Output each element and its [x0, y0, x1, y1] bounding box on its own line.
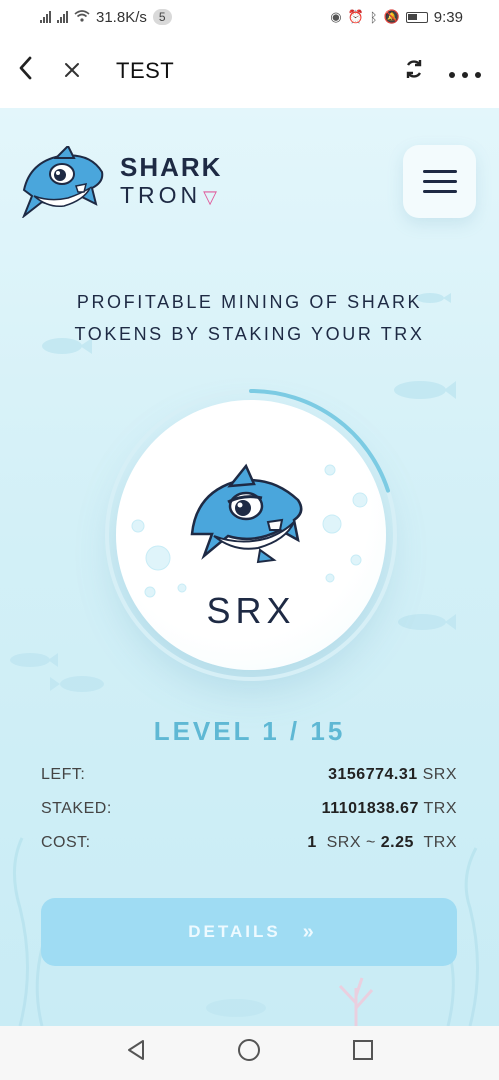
- stat-row-cost: COST: 1 SRX ~ 2.25 TRX: [41, 834, 457, 852]
- network-speed: 31.8K/s: [96, 8, 147, 26]
- nav-back-icon[interactable]: [126, 1039, 146, 1067]
- stat-label: STAKED:: [41, 800, 112, 817]
- back-icon[interactable]: [18, 56, 42, 86]
- close-icon[interactable]: [64, 59, 80, 83]
- system-nav-bar: [0, 1026, 499, 1080]
- details-button[interactable]: DETAILS »: [41, 898, 457, 966]
- status-right: ◉ ⏰ ᛒ 🔕 9:39: [330, 9, 463, 26]
- double-chevron-right-icon: »: [302, 920, 314, 943]
- app-bar: TEST: [0, 34, 499, 108]
- stat-value: 3156774.31 SRX: [328, 766, 457, 784]
- status-left: 31.8K/s 5: [40, 9, 172, 26]
- status-bar: 31.8K/s 5 ◉ ⏰ ᛒ 🔕 9:39: [0, 0, 499, 34]
- logo-wordmark: SHARK TRON ▽: [120, 153, 222, 211]
- cost-price: 2.25: [380, 834, 414, 851]
- shark-tron-logo[interactable]: SHARK TRON ▽: [20, 146, 222, 218]
- details-button-label: DETAILS: [188, 922, 281, 941]
- stat-unit: TRX: [423, 800, 457, 817]
- logo-word-shark: SHARK: [120, 152, 223, 182]
- headline: PROFITABLE MINING OF SHARK TOKENS BY STA…: [0, 286, 499, 350]
- stat-amount: 11101838.67: [321, 800, 419, 817]
- stat-row-staked: STAKED: 11101838.67 TRX: [41, 800, 457, 818]
- coin-name: SRX: [206, 590, 296, 631]
- stat-row-left: LEFT: 3156774.31 SRX: [41, 766, 457, 784]
- hamburger-menu-button[interactable]: [403, 145, 476, 218]
- stat-value: 1 SRX ~ 2.25 TRX: [307, 834, 457, 852]
- battery-icon: [405, 11, 428, 23]
- refresh-icon[interactable]: [403, 58, 425, 85]
- logo-word-tron: TRON: [120, 182, 202, 208]
- cost-unit-2: TRX: [423, 834, 457, 851]
- menu-line-icon: [422, 180, 457, 183]
- stat-unit: SRX: [422, 766, 457, 783]
- signal-icon-sim2: [57, 11, 68, 23]
- tron-triangle-icon: ▽: [203, 187, 222, 207]
- stat-label: LEFT:: [41, 766, 86, 783]
- cost-qty: 1: [307, 834, 317, 851]
- headline-line-2: TOKENS BY STAKING YOUR TRX: [74, 324, 425, 344]
- eye-icon: ◉: [330, 9, 342, 24]
- cost-unit-1: SRX ~: [326, 834, 376, 851]
- logo-word-tron-row: TRON ▽: [120, 181, 222, 211]
- stat-label: COST:: [41, 834, 91, 851]
- headline-line-1: PROFITABLE MINING OF SHARK: [76, 292, 423, 312]
- mute-icon: 🔕: [383, 9, 400, 24]
- more-options-icon[interactable]: [449, 60, 481, 82]
- clock: 9:39: [433, 8, 463, 26]
- nav-home-icon[interactable]: [237, 1038, 261, 1068]
- signal-icon-sim1: [40, 11, 51, 23]
- menu-line-icon: [422, 170, 457, 173]
- page-title: TEST: [116, 58, 175, 83]
- nav-recents-icon[interactable]: [352, 1039, 374, 1067]
- main-content: SHARK TRON ▽ PROFITABLE MINING OF SHARK T…: [0, 108, 499, 1026]
- notification-badge: 5: [152, 9, 172, 25]
- wifi-icon: [74, 9, 90, 25]
- stat-amount: 3156774.31: [328, 766, 418, 783]
- shark-logo-icon: [22, 146, 104, 218]
- alarm-icon: ⏰: [347, 9, 364, 24]
- stat-value: 11101838.67 TRX: [322, 800, 457, 818]
- bluetooth-icon: ᛒ: [369, 9, 378, 25]
- level-indicator: LEVEL 1 / 15: [153, 716, 346, 746]
- menu-line-icon: [422, 190, 457, 193]
